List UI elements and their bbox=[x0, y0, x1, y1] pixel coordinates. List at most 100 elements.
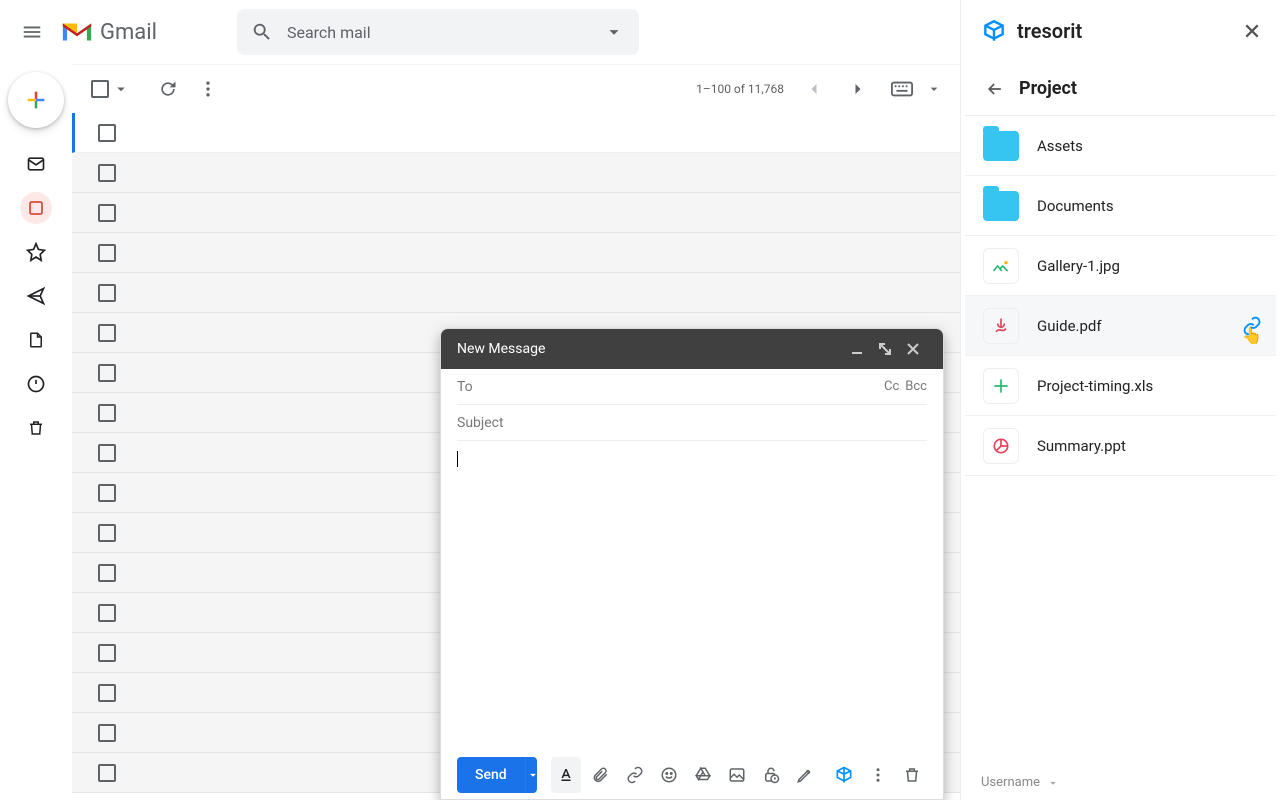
gmail-label: Gmail bbox=[100, 20, 157, 45]
panel-footer[interactable]: Username bbox=[981, 775, 1060, 790]
inbox-nav[interactable] bbox=[20, 148, 52, 180]
tresorit-logo-icon bbox=[981, 18, 1007, 44]
select-all-checkbox[interactable] bbox=[90, 79, 110, 99]
xls-file-icon bbox=[983, 368, 1019, 404]
confidential-button[interactable] bbox=[756, 757, 786, 793]
subject-field[interactable]: Subject bbox=[457, 405, 927, 441]
search-input[interactable] bbox=[287, 23, 603, 42]
trash-nav[interactable] bbox=[20, 412, 52, 444]
hamburger-icon bbox=[21, 21, 43, 43]
more-button[interactable] bbox=[188, 69, 228, 109]
keyboard-icon bbox=[891, 81, 913, 97]
row-checkbox[interactable] bbox=[98, 444, 116, 462]
discard-button[interactable] bbox=[897, 757, 927, 793]
send-button[interactable]: Send bbox=[457, 757, 537, 793]
insert-link-button[interactable] bbox=[620, 757, 650, 793]
compose-window: New Message To Cc Bcc Subject Send bbox=[440, 328, 944, 800]
row-checkbox[interactable] bbox=[98, 324, 116, 342]
drive-button[interactable] bbox=[688, 757, 718, 793]
row-checkbox[interactable] bbox=[98, 204, 116, 222]
mail-row[interactable] bbox=[72, 273, 960, 313]
compose-title: New Message bbox=[457, 341, 545, 357]
fullscreen-button[interactable] bbox=[871, 335, 899, 363]
scheduled-nav[interactable] bbox=[20, 368, 52, 400]
row-checkbox[interactable] bbox=[98, 364, 116, 382]
sent-nav[interactable] bbox=[20, 280, 52, 312]
attach-button[interactable] bbox=[585, 757, 615, 793]
search-bar[interactable] bbox=[237, 9, 639, 55]
emoji-button[interactable] bbox=[654, 757, 684, 793]
paperclip-icon bbox=[591, 766, 609, 784]
file-item[interactable]: Guide.pdf 👆 bbox=[965, 296, 1276, 356]
row-checkbox[interactable] bbox=[98, 524, 116, 542]
main-menu-button[interactable] bbox=[8, 8, 56, 56]
select-dropdown-icon[interactable] bbox=[112, 80, 130, 98]
file-item[interactable]: Project-timing.xls bbox=[965, 356, 1276, 416]
bcc-link[interactable]: Bcc bbox=[905, 379, 927, 394]
image-icon bbox=[728, 766, 746, 784]
formatting-button[interactable] bbox=[551, 757, 581, 793]
folder-item[interactable]: Documents bbox=[965, 176, 1276, 236]
insert-photo-button[interactable] bbox=[722, 757, 752, 793]
search-options-icon[interactable] bbox=[603, 21, 625, 43]
file-name: Project-timing.xls bbox=[1037, 377, 1153, 395]
row-checkbox[interactable] bbox=[98, 564, 116, 582]
row-checkbox[interactable] bbox=[98, 484, 116, 502]
gmail-logo[interactable]: Gmail bbox=[60, 19, 157, 45]
chevron-left-icon bbox=[804, 79, 824, 99]
ppt-file-icon bbox=[983, 428, 1019, 464]
mail-row[interactable] bbox=[72, 153, 960, 193]
file-icon bbox=[27, 330, 45, 350]
file-item[interactable]: Summary.ppt bbox=[965, 416, 1276, 476]
row-checkbox[interactable] bbox=[98, 164, 116, 182]
row-checkbox[interactable] bbox=[98, 764, 116, 782]
image-file-icon bbox=[983, 248, 1019, 284]
signature-button[interactable] bbox=[790, 757, 820, 793]
compose-more-button[interactable] bbox=[863, 757, 893, 793]
row-checkbox[interactable] bbox=[98, 124, 116, 142]
file-list: Assets Documents Gallery-1.jpg Guide.pdf… bbox=[961, 116, 1280, 476]
folder-item[interactable]: Assets bbox=[965, 116, 1276, 176]
drafts-nav[interactable] bbox=[20, 324, 52, 356]
input-tools-button[interactable] bbox=[882, 69, 922, 109]
compose-header[interactable]: New Message bbox=[441, 329, 943, 369]
send-label: Send bbox=[457, 767, 525, 783]
chevron-down-icon[interactable] bbox=[926, 81, 942, 97]
mail-icon bbox=[26, 154, 46, 174]
starred-nav[interactable] bbox=[20, 236, 52, 268]
tresorit-panel: tresorit Project Assets Documents Galler… bbox=[960, 0, 1280, 800]
next-page-button[interactable] bbox=[838, 69, 878, 109]
to-label: To bbox=[457, 379, 473, 395]
panel-close-button[interactable] bbox=[1244, 23, 1260, 39]
mail-row[interactable] bbox=[72, 233, 960, 273]
price-tag-icon bbox=[27, 199, 45, 217]
row-checkbox[interactable] bbox=[98, 284, 116, 302]
chevron-down-icon bbox=[1046, 776, 1060, 790]
back-icon[interactable] bbox=[985, 79, 1005, 99]
tresorit-attach-button[interactable] bbox=[829, 757, 859, 793]
compose-body[interactable] bbox=[441, 441, 943, 751]
file-name: Documents bbox=[1037, 197, 1114, 215]
row-checkbox[interactable] bbox=[98, 244, 116, 262]
to-field[interactable]: To Cc Bcc bbox=[457, 369, 927, 405]
cc-link[interactable]: Cc bbox=[884, 379, 899, 394]
row-checkbox[interactable] bbox=[98, 684, 116, 702]
row-checkbox[interactable] bbox=[98, 644, 116, 662]
compose-toolbar: Send bbox=[441, 751, 943, 799]
drive-icon bbox=[694, 766, 712, 784]
category-nav[interactable] bbox=[20, 192, 52, 224]
minimize-button[interactable] bbox=[843, 335, 871, 363]
mail-row[interactable] bbox=[72, 193, 960, 233]
file-item[interactable]: Gallery-1.jpg bbox=[965, 236, 1276, 296]
row-checkbox[interactable] bbox=[98, 404, 116, 422]
close-compose-button[interactable] bbox=[899, 335, 927, 363]
send-options[interactable] bbox=[525, 757, 538, 793]
refresh-button[interactable] bbox=[148, 69, 188, 109]
row-checkbox[interactable] bbox=[98, 724, 116, 742]
row-checkbox[interactable] bbox=[98, 604, 116, 622]
compose-button[interactable] bbox=[8, 72, 64, 128]
clock-alert-icon bbox=[26, 374, 46, 394]
pager-text: 1–100 of 11,768 bbox=[696, 82, 784, 96]
prev-page-button[interactable] bbox=[794, 69, 834, 109]
mail-row[interactable] bbox=[72, 113, 960, 153]
